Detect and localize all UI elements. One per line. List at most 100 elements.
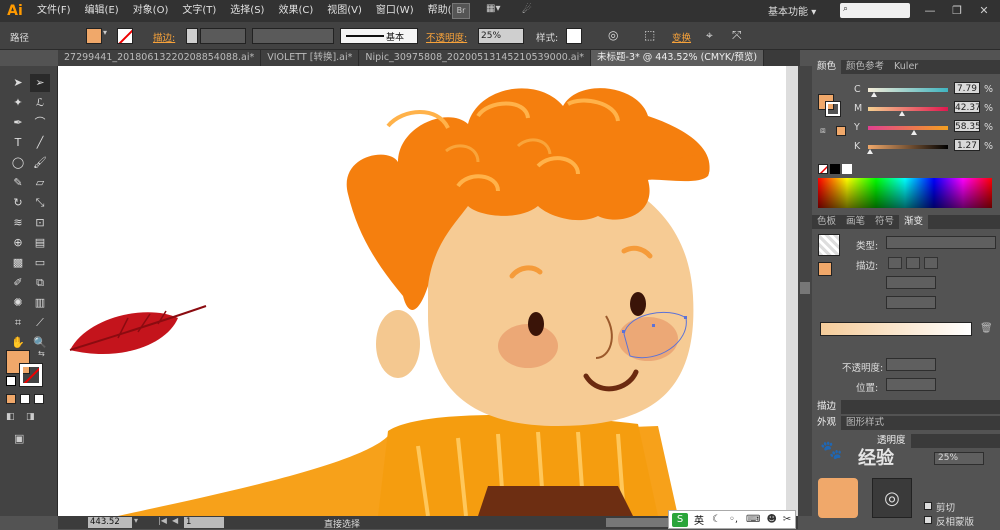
default-colors-icon[interactable] — [6, 376, 16, 386]
tab-graphic-styles[interactable]: 图形样式 — [841, 416, 889, 430]
gradient-position-field[interactable] — [886, 378, 936, 391]
menu-type[interactable]: 文字(T) — [175, 0, 223, 22]
none-mode-icon[interactable] — [34, 394, 44, 404]
scroll-thumb[interactable] — [800, 282, 810, 294]
stroke-across-button[interactable] — [924, 257, 938, 269]
scale-tool-icon[interactable]: ⤡ — [30, 194, 50, 212]
gradient-fill-swatch[interactable] — [818, 262, 832, 276]
tab-color[interactable]: 颜色 — [812, 60, 842, 74]
ellipse-tool-icon[interactable]: ◯ — [8, 154, 28, 172]
gradient-type-select[interactable] — [886, 236, 996, 249]
out-of-gamut-swatch[interactable] — [836, 126, 846, 136]
punctuation-icon[interactable]: ◦, — [729, 514, 738, 525]
gradient-aspect-field[interactable] — [886, 296, 936, 309]
cyan-slider[interactable] — [868, 88, 948, 97]
recolor-artwork-icon[interactable]: ◎ — [608, 28, 624, 44]
stroke-label[interactable]: 描边: — [153, 30, 175, 44]
yellow-value-field[interactable]: 58.35 — [954, 120, 981, 132]
search-input[interactable]: ⌕ — [840, 3, 910, 18]
transparency-opacity-field[interactable]: 25% — [934, 452, 984, 465]
tab-document-1[interactable]: 27299441_20180613220208854088.ai* — [58, 50, 262, 66]
page-field[interactable]: 1 — [184, 517, 224, 528]
fill-swatch[interactable] — [86, 28, 102, 44]
vertical-scrollbar[interactable] — [798, 66, 812, 516]
tab-kuler[interactable]: Kuler — [889, 60, 923, 74]
restore-button[interactable]: ❐ — [945, 3, 969, 18]
black-value-field[interactable]: 1.27 — [954, 139, 980, 151]
swap-colors-icon[interactable]: ⇆ — [38, 349, 45, 358]
yellow-slider[interactable] — [868, 126, 948, 135]
type-tool-icon[interactable]: T — [8, 134, 28, 152]
graphic-style-swatch[interactable] — [566, 28, 582, 44]
variable-width-profile[interactable] — [252, 28, 334, 44]
isolate-icon[interactable]: ⌖ — [706, 28, 722, 44]
gpu-performance-icon[interactable]: ☄ — [522, 3, 538, 19]
artboard-tool-icon[interactable]: ⌗ — [8, 314, 28, 332]
mesh-tool-icon[interactable]: ▩ — [8, 254, 28, 272]
pencil-tool-icon[interactable]: ✎ — [8, 174, 28, 192]
black-slider[interactable] — [866, 145, 948, 154]
cyan-value-field[interactable]: 7.79 — [954, 82, 980, 94]
user-icon[interactable]: ☻ — [766, 514, 776, 525]
arrange-documents-icon[interactable]: ▦▾ — [486, 3, 516, 19]
menu-file[interactable]: 文件(F) — [30, 0, 78, 22]
magenta-slider-thumb[interactable] — [898, 111, 905, 116]
tab-swatches[interactable]: 色板 — [812, 215, 841, 229]
tab-document-2[interactable]: VIOLETT [转换].ai* — [261, 50, 360, 66]
rotate-tool-icon[interactable]: ↻ — [8, 194, 28, 212]
color-spectrum[interactable] — [818, 178, 992, 208]
gradient-opacity-field[interactable] — [886, 358, 936, 371]
perspective-grid-tool-icon[interactable]: ▤ — [30, 234, 50, 252]
draw-mode-icon[interactable]: ◧ — [6, 412, 20, 422]
eraser-tool-icon[interactable]: ▱ — [30, 174, 50, 192]
black-swatch[interactable] — [830, 164, 840, 174]
menu-select[interactable]: 选择(S) — [223, 0, 271, 22]
artboard-canvas[interactable] — [58, 66, 798, 516]
clip-checkbox[interactable] — [924, 502, 932, 510]
workspace-switcher[interactable]: 基本功能 ▾ — [768, 3, 816, 18]
delete-stop-icon[interactable]: 🗑 — [980, 323, 993, 334]
color-mode-icon[interactable] — [6, 394, 16, 404]
fill-dropdown-icon[interactable]: ▾ — [103, 28, 111, 44]
magenta-slider[interactable] — [868, 107, 948, 116]
keyboard-icon[interactable]: ⌨ — [746, 514, 760, 525]
cyan-slider-thumb[interactable] — [871, 92, 878, 97]
gradient-thumbnail[interactable] — [818, 234, 840, 256]
transform-label[interactable]: 变换 — [672, 30, 691, 44]
eyedropper-tool-icon[interactable]: ✐ — [8, 274, 28, 292]
shape-builder-tool-icon[interactable]: ⊕ — [8, 234, 28, 252]
tab-document-4[interactable]: 未标题-3* @ 443.52% (CMYK/预览) — [591, 50, 765, 66]
stroke-along-button[interactable] — [906, 257, 920, 269]
warp-tool-icon[interactable]: ≋ — [8, 214, 28, 232]
lasso-tool-icon[interactable]: ℒ — [30, 94, 50, 112]
zoom-dropdown-icon[interactable]: ▾ — [134, 516, 138, 525]
close-button[interactable]: ✕ — [972, 3, 996, 18]
tab-color-guide[interactable]: 颜色参考 — [841, 60, 889, 74]
transparency-thumbnail[interactable] — [818, 478, 858, 518]
gradient-angle-field[interactable] — [886, 276, 936, 289]
curvature-tool-icon[interactable]: ⌒ — [30, 114, 50, 132]
column-graph-tool-icon[interactable]: ▥ — [30, 294, 50, 312]
brush-definition-select[interactable]: 基本 — [340, 28, 418, 44]
none-swatch[interactable] — [818, 164, 828, 174]
black-slider-thumb[interactable] — [866, 149, 873, 154]
stroke-within-button[interactable] — [888, 257, 902, 269]
free-transform-tool-icon[interactable]: ⊡ — [30, 214, 50, 232]
symbol-sprayer-tool-icon[interactable]: ✺ — [8, 294, 28, 312]
bridge-icon[interactable]: Br — [452, 3, 470, 19]
menu-window[interactable]: 窗口(W) — [369, 0, 421, 22]
draw-inside-icon[interactable]: ◨ — [26, 412, 40, 422]
color-panel-stroke-swatch[interactable] — [825, 101, 841, 117]
stroke-color-swatch[interactable] — [19, 363, 43, 387]
menu-effect[interactable]: 效果(C) — [271, 0, 320, 22]
invert-mask-checkbox[interactable] — [924, 516, 932, 524]
pen-tool-icon[interactable]: ✒ — [8, 114, 28, 132]
stroke-weight-field[interactable] — [200, 28, 246, 44]
menu-view[interactable]: 视图(V) — [320, 0, 369, 22]
settings-icon[interactable]: ✂ — [783, 514, 791, 525]
tab-gradient[interactable]: 渐变 — [899, 215, 929, 229]
magic-wand-tool-icon[interactable]: ✦ — [8, 94, 28, 112]
tab-appearance[interactable]: 外观 — [812, 416, 842, 430]
opacity-field[interactable]: 25% — [478, 28, 524, 44]
gradient-mode-icon[interactable] — [20, 394, 30, 404]
